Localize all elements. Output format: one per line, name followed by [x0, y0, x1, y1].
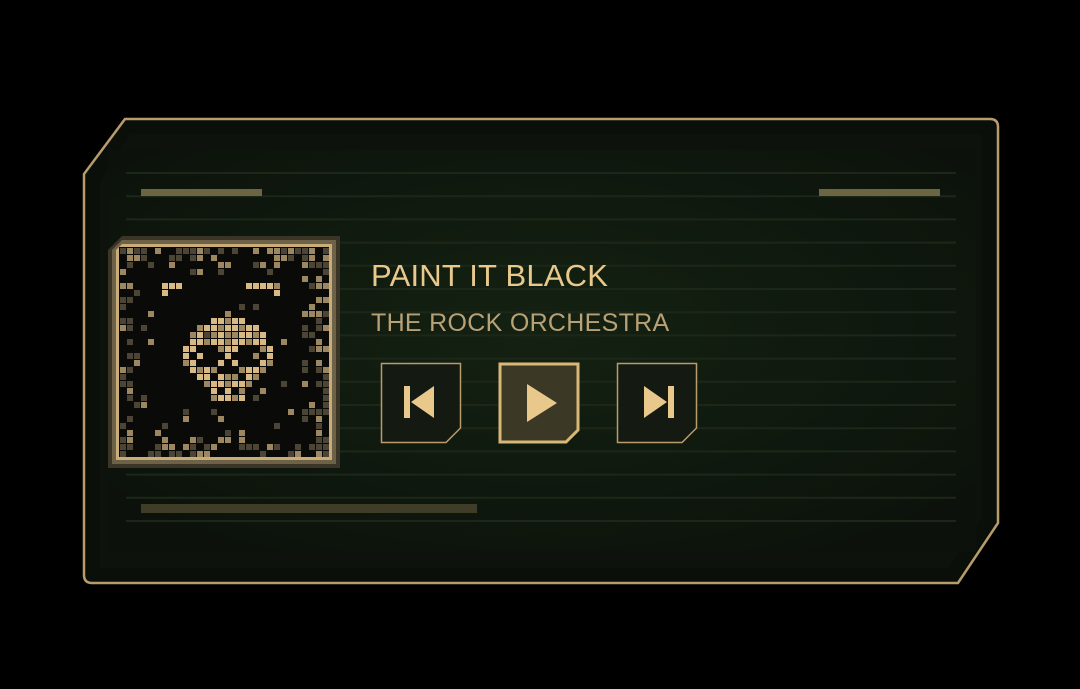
previous-button[interactable]: [380, 362, 462, 444]
top-right-decor-bar: [819, 189, 940, 196]
progress-fill: [141, 504, 477, 513]
progress-bar[interactable]: [141, 504, 741, 513]
top-left-decor-bar: [141, 189, 262, 196]
play-button[interactable]: [498, 362, 580, 444]
next-button[interactable]: [616, 362, 698, 444]
track-artist: THE ROCK ORCHESTRA: [371, 309, 670, 337]
album-art: [108, 236, 340, 468]
track-title: PAINT IT BLACK: [371, 258, 609, 293]
